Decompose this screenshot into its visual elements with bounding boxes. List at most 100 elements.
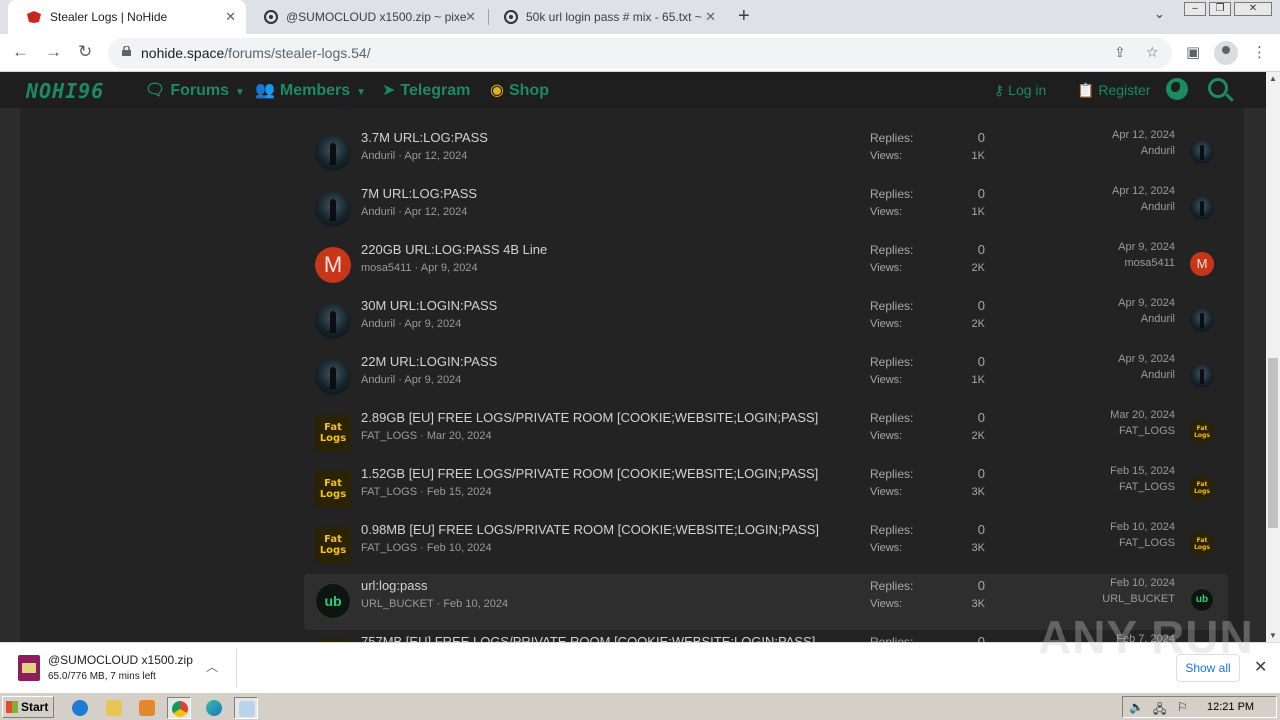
- tab-close-icon[interactable]: ✕: [705, 9, 716, 25]
- author-avatar[interactable]: M: [315, 247, 351, 283]
- share-icon[interactable]: ⇪: [1114, 44, 1126, 61]
- author-avatar[interactable]: ub: [315, 583, 351, 619]
- tab-pixeldrain-txt[interactable]: 50k url login pass # mix - 65.txt ~ pi ✕: [486, 0, 726, 34]
- nav-shop[interactable]: ◉ Shop: [490, 80, 549, 100]
- profile-avatar-icon[interactable]: [1214, 41, 1238, 65]
- nav-telegram[interactable]: ➤ Telegram: [382, 80, 470, 100]
- author-avatar[interactable]: [315, 135, 351, 171]
- last-post-date[interactable]: Apr 9, 2024: [1118, 353, 1175, 365]
- thread-row[interactable]: Fat Logs 2.89GB [EU] FREE LOGS/PRIVATE R…: [304, 406, 1228, 462]
- thread-author[interactable]: Anduril: [361, 206, 395, 218]
- last-post-date[interactable]: Apr 12, 2024: [1112, 185, 1175, 197]
- nav-forums[interactable]: 🗨 Forums ▼: [145, 80, 245, 100]
- thread-title[interactable]: 3.7M URL:LOG:PASS: [361, 130, 488, 145]
- register-link[interactable]: 📋 Register: [1077, 82, 1150, 99]
- thread-row[interactable]: Fat Logs 1.52GB [EU] FREE LOGS/PRIVATE R…: [304, 462, 1228, 518]
- author-avatar[interactable]: [315, 191, 351, 227]
- bookmark-star-icon[interactable]: ☆: [1146, 44, 1159, 61]
- globe-icon[interactable]: [1166, 78, 1188, 100]
- network-icon[interactable]: 🖧: [1153, 700, 1167, 716]
- author-avatar[interactable]: Fat Logs: [315, 471, 351, 507]
- scroll-up-arrow-icon[interactable]: ▲: [1269, 74, 1277, 83]
- thread-title[interactable]: 30M URL:LOGIN:PASS: [361, 298, 497, 313]
- last-post-user[interactable]: FAT_LOGS: [1119, 537, 1175, 549]
- thread-title[interactable]: 220GB URL:LOG:PASS 4B Line: [361, 242, 547, 257]
- thread-row[interactable]: Fat Logs 0.98MB [EU] FREE LOGS/PRIVATE R…: [304, 518, 1228, 574]
- chrome-icon[interactable]: [167, 697, 191, 719]
- thread-author[interactable]: Anduril: [361, 374, 395, 386]
- thread-title[interactable]: 22M URL:LOGIN:PASS: [361, 354, 497, 369]
- thread-author[interactable]: Anduril: [361, 150, 395, 162]
- last-post-user[interactable]: Anduril: [1141, 145, 1175, 157]
- thread-row[interactable]: 3.7M URL:LOG:PASS Anduril · Apr 12, 2024…: [304, 126, 1228, 182]
- minimize-button[interactable]: –: [1184, 2, 1206, 16]
- flag-icon[interactable]: ⚐: [1177, 700, 1191, 714]
- thread-row[interactable]: 7M URL:LOG:PASS Anduril · Apr 12, 2024 R…: [304, 182, 1228, 238]
- login-link[interactable]: ⚷ Log in: [994, 82, 1046, 99]
- side-panel-icon[interactable]: ▣: [1186, 43, 1200, 61]
- page-scrollbar[interactable]: ▲ ▼: [1266, 72, 1280, 642]
- last-post-user[interactable]: Anduril: [1141, 201, 1175, 213]
- close-window-button[interactable]: ✕: [1234, 2, 1272, 16]
- tab-stealer-logs[interactable]: Stealer Logs | NoHide ✕: [8, 0, 246, 34]
- thread-row[interactable]: 30M URL:LOGIN:PASS Anduril · Apr 9, 2024…: [304, 294, 1228, 350]
- start-button[interactable]: Start: [2, 696, 54, 718]
- thread-author[interactable]: FAT_LOGS: [361, 486, 417, 498]
- maximize-button[interactable]: ❐: [1209, 2, 1231, 16]
- download-filename[interactable]: @SUMOCLOUD x1500.zip: [48, 653, 193, 667]
- thread-author[interactable]: FAT_LOGS: [361, 542, 417, 554]
- thread-author[interactable]: URL_BUCKET: [361, 598, 434, 610]
- last-post-date[interactable]: Feb 10, 2024: [1110, 521, 1175, 533]
- thread-author[interactable]: FAT_LOGS: [361, 430, 417, 442]
- last-post-user[interactable]: mosa5411: [1124, 257, 1175, 269]
- tab-pixeldrain-zip[interactable]: @SUMOCLOUD x1500.zip ~ pixeldra ✕: [246, 0, 486, 34]
- back-arrow-icon[interactable]: ←: [12, 42, 29, 62]
- scroll-down-arrow-icon[interactable]: ▼: [1269, 631, 1277, 640]
- thread-title[interactable]: 1.52GB [EU] FREE LOGS/PRIVATE ROOM [COOK…: [361, 466, 818, 481]
- reload-icon[interactable]: ↻: [78, 42, 92, 62]
- edge-icon[interactable]: [202, 697, 226, 719]
- last-post-date[interactable]: Apr 12, 2024: [1112, 129, 1175, 141]
- tab-close-icon[interactable]: ✕: [465, 9, 476, 25]
- forward-arrow-icon[interactable]: →: [45, 42, 62, 62]
- author-avatar[interactable]: [315, 359, 351, 395]
- thread-date[interactable]: Feb 10, 2024: [427, 542, 492, 554]
- thread-title[interactable]: 2.89GB [EU] FREE LOGS/PRIVATE ROOM [COOK…: [361, 410, 818, 425]
- thread-date[interactable]: Apr 9, 2024: [421, 262, 478, 274]
- thread-title[interactable]: 0.98MB [EU] FREE LOGS/PRIVATE ROOM [COOK…: [361, 522, 819, 537]
- close-icon[interactable]: ✕: [1254, 657, 1267, 677]
- kebab-menu-icon[interactable]: ⋮: [1252, 43, 1267, 61]
- last-poster-avatar[interactable]: Fat Logs: [1190, 420, 1214, 444]
- thread-date[interactable]: Feb 15, 2024: [427, 486, 492, 498]
- thread-row[interactable]: 22M URL:LOGIN:PASS Anduril · Apr 9, 2024…: [304, 350, 1228, 406]
- author-avatar[interactable]: Fat Logs: [315, 415, 351, 451]
- last-poster-avatar[interactable]: [1190, 140, 1214, 164]
- last-poster-avatar[interactable]: ub: [1190, 588, 1214, 612]
- last-post-user[interactable]: Anduril: [1141, 369, 1175, 381]
- address-bar[interactable]: nohide.space/forums/stealer-logs.54/ ⇪ ☆: [108, 38, 1172, 68]
- site-logo[interactable]: NOHI96: [26, 79, 104, 103]
- last-post-date[interactable]: Feb 10, 2024: [1110, 577, 1175, 589]
- thread-author[interactable]: Anduril: [361, 318, 395, 330]
- author-avatar[interactable]: Fat Logs: [315, 527, 351, 563]
- thread-date[interactable]: Apr 9, 2024: [404, 374, 461, 386]
- thread-date[interactable]: Mar 20, 2024: [427, 430, 492, 442]
- thread-title[interactable]: url:log:pass: [361, 578, 427, 593]
- last-post-date[interactable]: Feb 15, 2024: [1110, 465, 1175, 477]
- scroll-thumb[interactable]: [1268, 358, 1278, 528]
- thread-date[interactable]: Apr 12, 2024: [404, 206, 467, 218]
- thread-date[interactable]: Apr 9, 2024: [404, 318, 461, 330]
- new-tab-button[interactable]: +: [738, 5, 750, 28]
- last-post-date[interactable]: Apr 9, 2024: [1118, 297, 1175, 309]
- last-post-date[interactable]: Mar 20, 2024: [1110, 409, 1175, 421]
- thread-title[interactable]: 7M URL:LOG:PASS: [361, 186, 477, 201]
- last-poster-avatar[interactable]: Fat Logs: [1190, 476, 1214, 500]
- tab-search-chevron-icon[interactable]: ⌄: [1154, 6, 1165, 22]
- ie-icon[interactable]: [68, 697, 92, 719]
- thread-title[interactable]: 757MB [EU] FREE LOGS/PRIVATE ROOM [COOKI…: [361, 634, 815, 642]
- media-player-icon[interactable]: [135, 697, 159, 719]
- nav-members[interactable]: 👥 Members ▼: [255, 80, 366, 100]
- search-icon[interactable]: [1208, 78, 1228, 98]
- last-poster-avatar[interactable]: M: [1190, 252, 1214, 276]
- last-post-user[interactable]: URL_BUCKET: [1102, 593, 1175, 605]
